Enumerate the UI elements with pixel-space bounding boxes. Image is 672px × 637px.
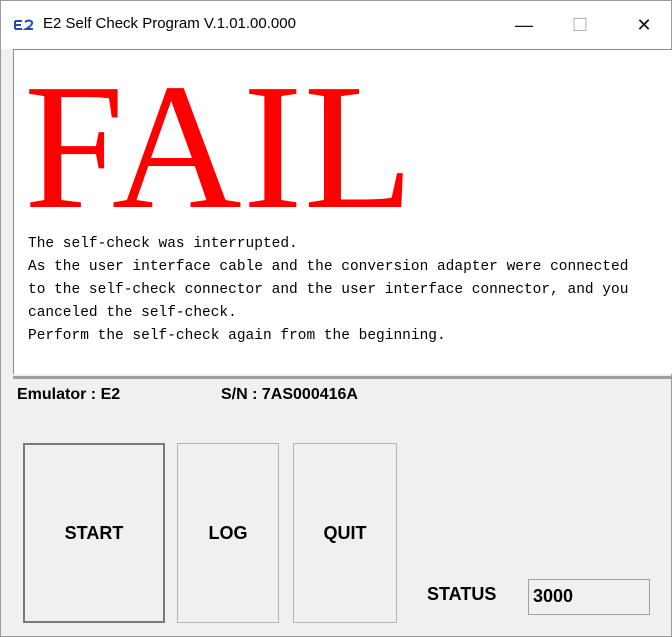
status-label: STATUS — [427, 584, 497, 604]
close-button[interactable]: ✕ — [621, 1, 667, 49]
serial-number-label: S/N : 7AS000416A — [221, 386, 358, 403]
quit-button[interactable]: QUIT — [293, 443, 397, 623]
maximize-button[interactable]: ☐ — [557, 1, 603, 49]
emulator-label: Emulator : E2 — [17, 386, 121, 403]
maximize-icon: ☐ — [571, 14, 589, 35]
minimize-icon: — — [515, 14, 533, 35]
start-button[interactable]: START — [23, 443, 165, 623]
status-field[interactable]: 3000 — [528, 579, 650, 615]
close-icon: ✕ — [636, 14, 652, 35]
log-button[interactable]: LOG — [177, 443, 279, 623]
panel-divider — [13, 376, 672, 379]
minimize-button[interactable]: — — [501, 1, 547, 49]
result-message: The self-check was interrupted. As the u… — [28, 236, 629, 344]
title-bar[interactable]: E2 Self Check Program V.1.01.00.000 — ☐ … — [1, 1, 671, 49]
result-panel: FAIL The self-check was interrupted. As … — [13, 49, 672, 374]
window-title: E2 Self Check Program V.1.01.00.000 — [43, 15, 296, 32]
app-window: E2 Self Check Program V.1.01.00.000 — ☐ … — [0, 0, 672, 637]
result-verdict: FAIL — [24, 47, 415, 246]
e2-logo-icon — [14, 19, 34, 30]
